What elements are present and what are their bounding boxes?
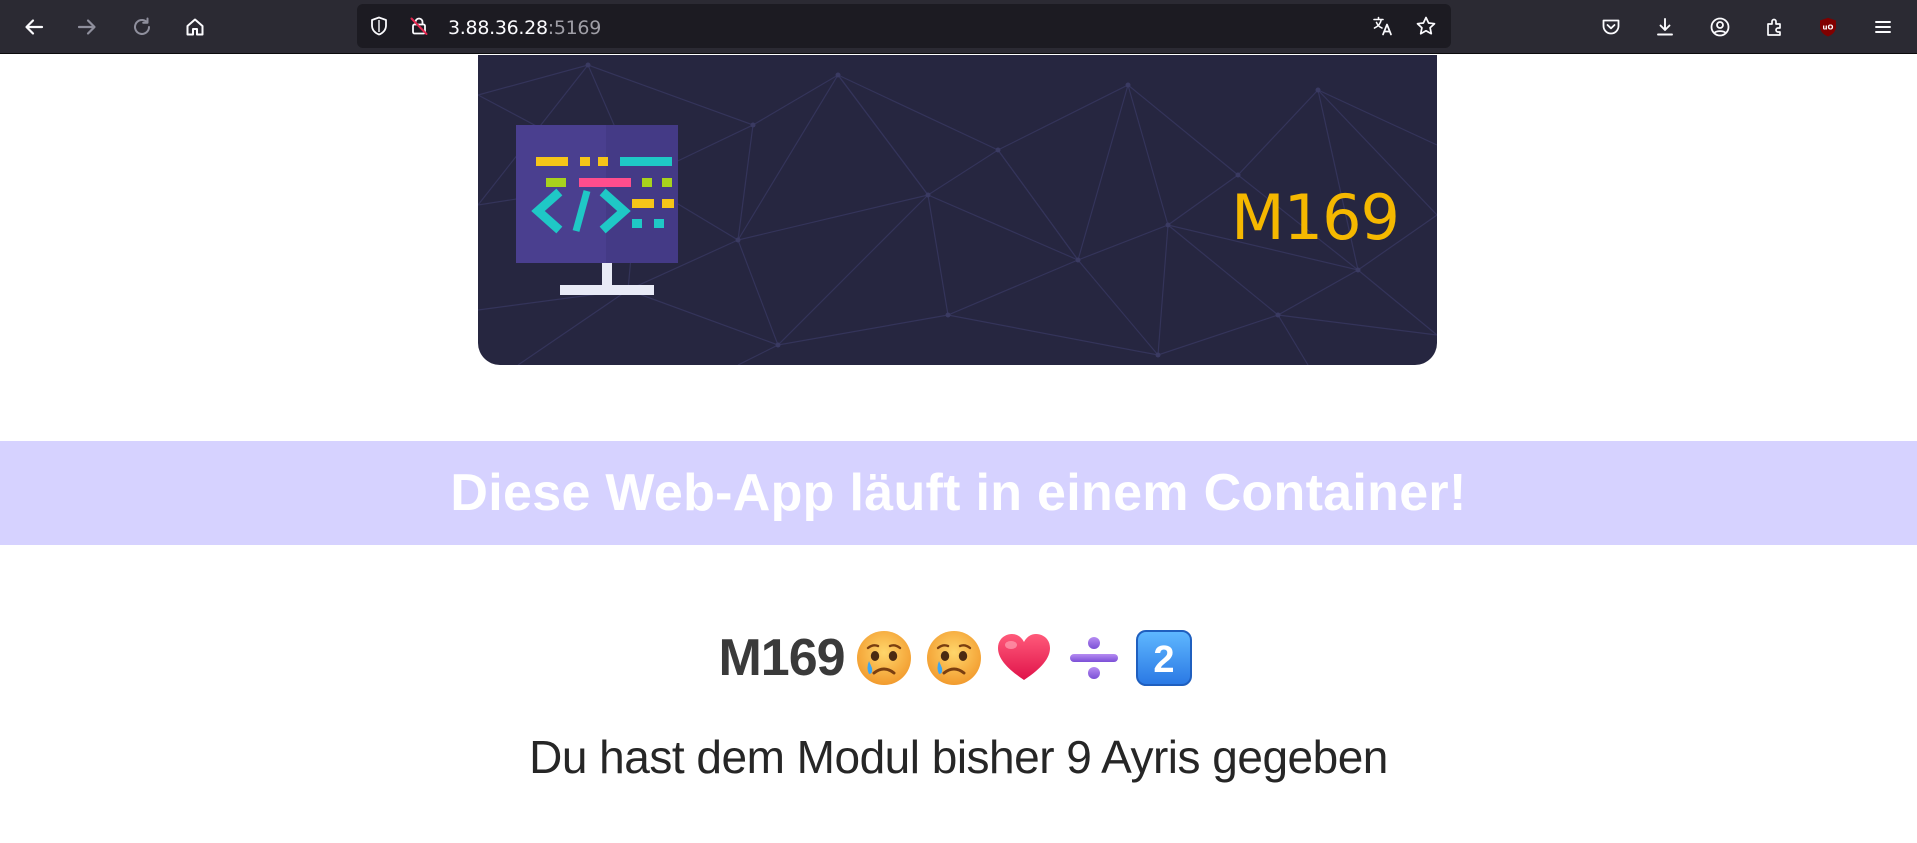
svg-text:uO: uO (1823, 24, 1834, 32)
home-icon (186, 18, 204, 36)
ublock-button[interactable]: uO (1808, 7, 1848, 47)
hero-banner: M169 (478, 55, 1437, 365)
svg-text:2: 2 (1153, 639, 1174, 681)
insecure-lock-icon[interactable] (408, 15, 430, 37)
url-host: 3.88.36.28 (448, 17, 548, 39)
container-notice: Diese Web-App läuft in einem Container! (0, 441, 1917, 545)
back-icon (25, 19, 44, 35)
home-button[interactable] (175, 7, 215, 47)
url-port: :5169 (547, 17, 602, 39)
shield-icon[interactable] (368, 15, 390, 37)
ublock-icon: uO (1820, 17, 1836, 37)
code-monitor-icon (516, 125, 678, 295)
account-icon (1710, 17, 1730, 37)
bookmark-star-icon[interactable] (1415, 15, 1437, 37)
extensions-button[interactable] (1754, 7, 1794, 47)
forward-button[interactable] (67, 7, 107, 47)
container-message: Diese Web-App läuft in einem Container! (450, 464, 1467, 522)
forward-icon (77, 19, 96, 35)
download-button[interactable] (1645, 7, 1685, 47)
module-heading: M169 2 (0, 628, 1917, 688)
pocket-button[interactable] (1591, 7, 1631, 47)
reload-button[interactable] (122, 7, 162, 47)
crying-face-emoji (854, 628, 914, 688)
ayris-status: Du hast dem Modul bisher 9 Ayris gegeben (529, 731, 1388, 783)
pocket-icon (1602, 19, 1620, 35)
menu-button[interactable] (1863, 7, 1903, 47)
url-text[interactable]: 3.88.36.28:5169 (448, 17, 601, 39)
extensions-icon (1767, 18, 1781, 36)
browser-toolbar: 3.88.36.28:5169 uO (0, 0, 1917, 54)
keycap-2-emoji: 2 (1134, 628, 1194, 688)
module-name: M169 (718, 629, 845, 687)
red-heart-emoji (994, 628, 1054, 688)
menu-icon (1875, 21, 1891, 33)
account-button[interactable] (1700, 7, 1740, 47)
back-button[interactable] (14, 7, 54, 47)
banner-title: M169 (1231, 181, 1400, 254)
reload-icon (134, 17, 150, 35)
crying-face-emoji (924, 628, 984, 688)
download-icon (1657, 18, 1673, 36)
division-sign-emoji (1064, 628, 1124, 688)
url-bar[interactable]: 3.88.36.28:5169 (357, 4, 1451, 48)
translate-icon[interactable] (1372, 15, 1394, 37)
